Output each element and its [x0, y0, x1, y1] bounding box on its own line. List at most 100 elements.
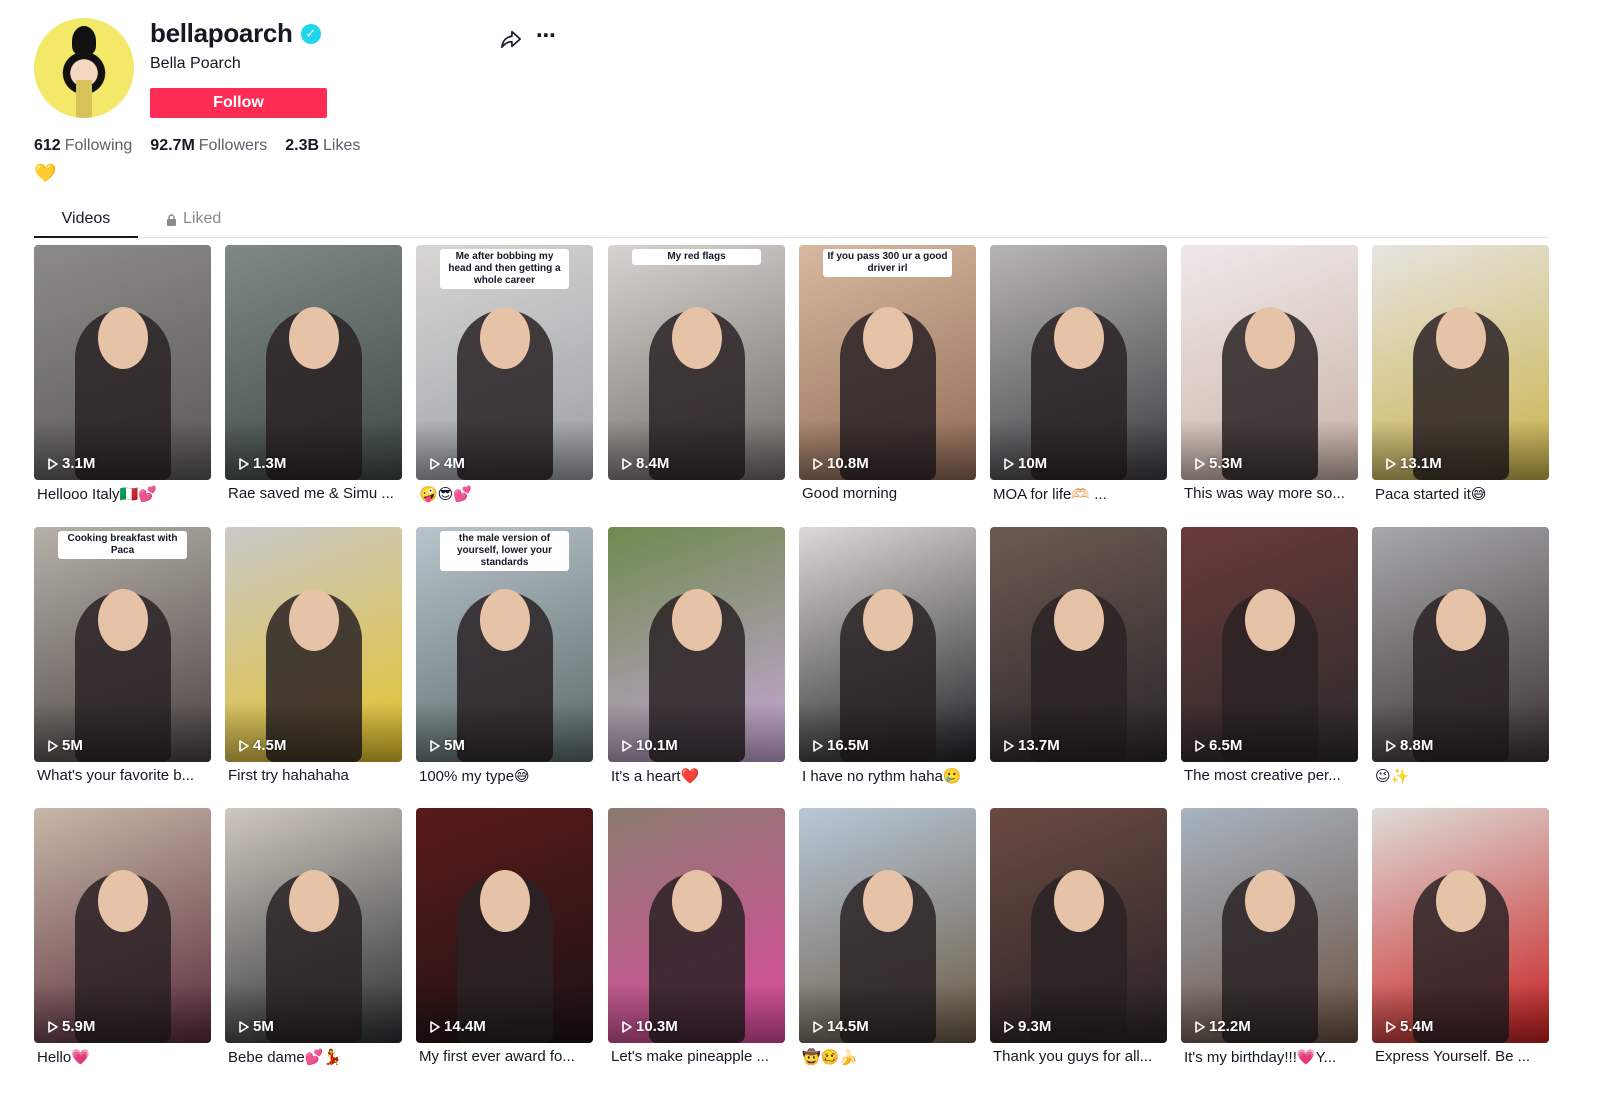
video-caption[interactable]: It's my birthday!!!💗Y...	[1184, 1048, 1356, 1066]
video-thumbnail[interactable]: 10M	[990, 245, 1167, 480]
view-count: 3.1M	[48, 455, 95, 472]
video-card[interactable]: 16.5M I have no rythm haha🥲	[799, 527, 976, 789]
tab-liked[interactable]: Liked	[166, 210, 221, 228]
thumbnail-face	[671, 307, 722, 369]
tab-videos[interactable]: Videos	[34, 210, 138, 238]
video-caption[interactable]: 🤠🥴🍌	[802, 1048, 974, 1066]
video-caption[interactable]: MOA for life🫶🏻 ...	[993, 485, 1165, 503]
video-caption[interactable]: 100% my type😅	[419, 767, 591, 785]
video-card[interactable]: 10.1M It's a heart❤️	[608, 527, 785, 789]
view-count-value: 8.8M	[1400, 737, 1434, 754]
view-count-value: 4M	[444, 455, 465, 472]
video-thumbnail[interactable]: 16.5M	[799, 527, 976, 762]
video-thumbnail[interactable]: 9.3M	[990, 808, 1167, 1043]
video-card[interactable]: 5.3M This was way more so...	[1181, 245, 1358, 507]
video-thumbnail[interactable]: 1.3M	[225, 245, 402, 480]
video-card[interactable]: Cooking breakfast with Paca 5M What's your…	[34, 527, 211, 789]
share-icon[interactable]	[500, 28, 522, 50]
video-thumbnail[interactable]: 4.5M	[225, 527, 402, 762]
following-stat[interactable]: 612 Following	[34, 137, 132, 155]
video-thumbnail[interactable]: Me after bobbing my head and then gettin…	[416, 245, 593, 480]
video-card[interactable]: 3.1M Hellooo Italy🇮🇹💕	[34, 245, 211, 507]
video-thumbnail[interactable]: 3.1M	[34, 245, 211, 480]
video-card[interactable]: 10.3M Let's make pineapple ...	[608, 808, 785, 1070]
view-count: 10.3M	[622, 1018, 678, 1035]
video-overlay-text: If you pass 300 ur a good driver irl	[823, 249, 952, 277]
video-thumbnail[interactable]: My red flags 8.4M	[608, 245, 785, 480]
video-card[interactable]: 5.4M Express Yourself. Be ...	[1372, 808, 1549, 1070]
video-thumbnail[interactable]: 5M	[225, 808, 402, 1043]
video-card[interactable]: If you pass 300 ur a good driver irl 10.8…	[799, 245, 976, 507]
video-card[interactable]: 9.3M Thank you guys for all...	[990, 808, 1167, 1070]
video-caption[interactable]: Good morning	[802, 485, 974, 502]
nickname: Bella Poarch	[150, 55, 241, 72]
video-caption[interactable]: 🤪😎💕	[419, 485, 591, 503]
video-card[interactable]: 13.1M Paca started it😅	[1372, 245, 1549, 507]
video-caption[interactable]: What's your favorite b...	[37, 767, 209, 784]
video-card[interactable]: 14.4M My first ever award fo...	[416, 808, 593, 1070]
video-caption[interactable]: My first ever award fo...	[419, 1048, 591, 1065]
video-card[interactable]: 5.9M Hello💗	[34, 808, 211, 1070]
video-thumbnail[interactable]: 13.1M	[1372, 245, 1549, 480]
play-icon	[1195, 457, 1205, 470]
video-card[interactable]: 10M MOA for life🫶🏻 ...	[990, 245, 1167, 507]
video-thumbnail[interactable]: 5.4M	[1372, 808, 1549, 1043]
followers-count: 92.7M	[150, 137, 195, 154]
video-thumbnail[interactable]: Cooking breakfast with Paca 5M	[34, 527, 211, 762]
thumbnail-face	[862, 589, 913, 651]
follow-button[interactable]: Follow	[150, 88, 327, 118]
video-thumbnail[interactable]: 6.5M	[1181, 527, 1358, 762]
video-caption[interactable]: This was way more so...	[1184, 485, 1356, 502]
video-card[interactable]: 12.2M It's my birthday!!!💗Y...	[1181, 808, 1358, 1070]
video-card[interactable]: the male version of yourself, lower your…	[416, 527, 593, 789]
video-card[interactable]: 5M Bebe dame💕💃	[225, 808, 402, 1070]
view-count: 13.1M	[1386, 455, 1442, 472]
video-caption[interactable]: It's a heart❤️	[611, 767, 783, 785]
view-count: 5M	[430, 737, 465, 754]
view-count-value: 5M	[253, 1018, 274, 1035]
thumbnail-face	[862, 307, 913, 369]
video-caption[interactable]: Express Yourself. Be ...	[1375, 1048, 1547, 1065]
video-thumbnail[interactable]: 14.5M	[799, 808, 976, 1043]
video-caption[interactable]: Hellooo Italy🇮🇹💕	[37, 485, 209, 503]
video-caption[interactable]: I have no rythm haha🥲	[802, 767, 974, 785]
more-options-icon[interactable]: ⋯	[534, 26, 558, 50]
video-thumbnail[interactable]: 8.8M	[1372, 527, 1549, 762]
video-card[interactable]: 13.7M	[990, 527, 1167, 789]
avatar[interactable]	[34, 18, 134, 118]
video-thumbnail[interactable]: 5.3M	[1181, 245, 1358, 480]
video-caption[interactable]: Hello💗	[37, 1048, 209, 1066]
video-card[interactable]: Me after bobbing my head and then gettin…	[416, 245, 593, 507]
video-thumbnail[interactable]: If you pass 300 ur a good driver irl 10.8…	[799, 245, 976, 480]
video-overlay-text: My red flags	[632, 249, 761, 265]
play-icon	[1004, 739, 1014, 752]
video-caption[interactable]: Paca started it😅	[1375, 485, 1547, 503]
video-caption[interactable]: Thank you guys for all...	[993, 1048, 1165, 1065]
video-card[interactable]: 1.3M Rae saved me & Simu ...	[225, 245, 402, 507]
video-caption[interactable]: Bebe dame💕💃	[228, 1048, 400, 1066]
video-caption[interactable]: First try hahahaha	[228, 767, 400, 784]
video-thumbnail[interactable]: 12.2M	[1181, 808, 1358, 1043]
video-card[interactable]: 14.5M 🤠🥴🍌	[799, 808, 976, 1070]
view-count: 5.3M	[1195, 455, 1242, 472]
video-caption[interactable]: Rae saved me & Simu ...	[228, 485, 400, 502]
play-icon	[48, 1020, 58, 1033]
view-count-value: 5.9M	[62, 1018, 96, 1035]
video-thumbnail[interactable]: 10.1M	[608, 527, 785, 762]
video-card[interactable]: 4.5M First try hahahaha	[225, 527, 402, 789]
followers-stat[interactable]: 92.7M Followers	[150, 137, 267, 155]
play-icon	[239, 457, 249, 470]
video-card[interactable]: 8.8M 😉✨	[1372, 527, 1549, 789]
video-thumbnail[interactable]: 13.7M	[990, 527, 1167, 762]
video-thumbnail[interactable]: the male version of yourself, lower your…	[416, 527, 593, 762]
video-thumbnail[interactable]: 5.9M	[34, 808, 211, 1043]
video-thumbnail[interactable]: 14.4M	[416, 808, 593, 1043]
video-thumbnail[interactable]: 10.3M	[608, 808, 785, 1043]
video-caption[interactable]: 😉✨	[1375, 767, 1547, 785]
verified-badge-icon: ✓	[300, 23, 321, 44]
video-card[interactable]: My red flags 8.4M	[608, 245, 785, 507]
view-count: 13.7M	[1004, 737, 1060, 754]
video-caption[interactable]: Let's make pineapple ...	[611, 1048, 783, 1065]
video-card[interactable]: 6.5M The most creative per...	[1181, 527, 1358, 789]
video-caption[interactable]: The most creative per...	[1184, 767, 1356, 784]
